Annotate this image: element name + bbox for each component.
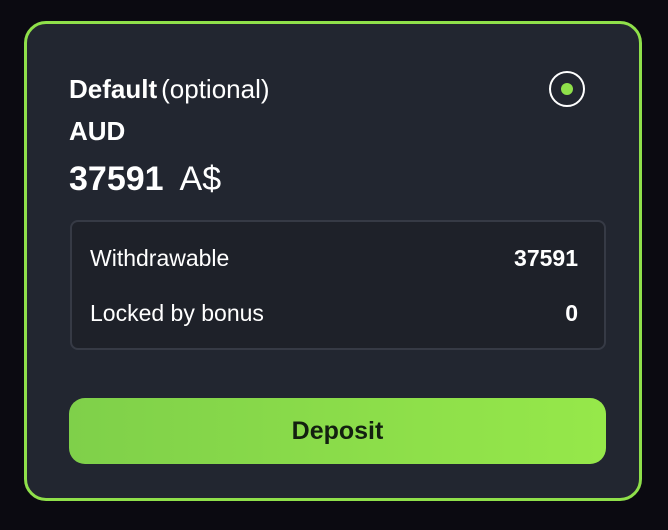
breakdown-label: Withdrawable — [90, 245, 230, 271]
breakdown-row-withdrawable: Withdrawable 37591 — [90, 243, 578, 273]
currency-code: AUD — [69, 116, 126, 146]
wallet-select-radio[interactable] — [549, 71, 585, 107]
wallet-balance: 37591 A$ — [69, 160, 221, 198]
currency-symbol: A$ — [179, 160, 222, 198]
wallet-card[interactable]: Default (optional) AUD 37591 A$ Withdrawab… — [24, 21, 642, 501]
breakdown-label: Locked by bonus — [90, 300, 264, 326]
breakdown-row-locked-by-bonus: Locked by bonus 0 — [90, 298, 578, 328]
balance-amount: 37591 — [69, 160, 164, 198]
deposit-button[interactable]: Deposit — [69, 398, 606, 464]
breakdown-value: 0 — [565, 300, 578, 326]
wallet-title: Default (optional) — [69, 74, 270, 104]
wallet-title-suffix: (optional) — [161, 74, 270, 104]
wallet-title-label: Default — [69, 74, 158, 104]
balance-breakdown: Withdrawable 37591 Locked by bonus 0 — [70, 220, 606, 350]
radio-selected-dot — [561, 83, 573, 95]
breakdown-value: 37591 — [514, 245, 578, 271]
